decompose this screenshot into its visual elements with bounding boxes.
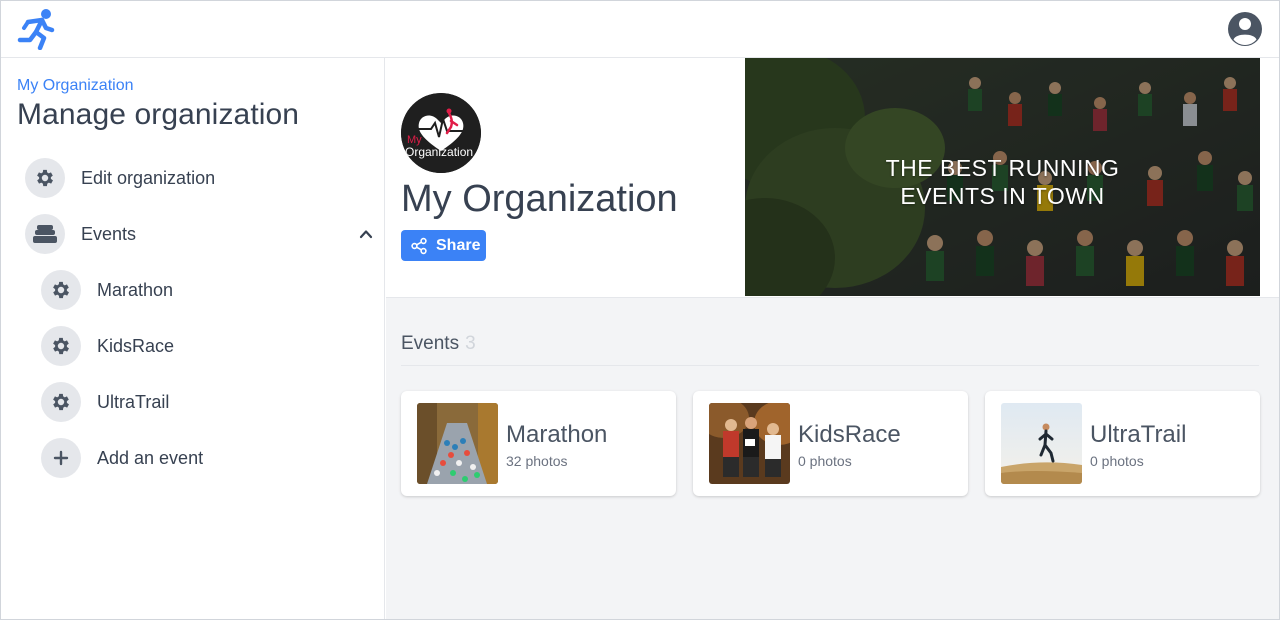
organization-logo: My Organization (401, 93, 481, 173)
share-label: Share (436, 236, 481, 254)
gear-icon (41, 326, 81, 366)
breadcrumb-organization[interactable]: My Organization (17, 77, 134, 95)
gear-icon (41, 270, 81, 310)
add-event-button[interactable]: Add an event (41, 438, 381, 478)
sidebar: My Organization Manage organization Edit… (1, 58, 385, 619)
organization-name: My Organization (401, 178, 678, 220)
sidebar-item-edit-organization[interactable]: Edit organization (25, 158, 365, 198)
sidebar-item-events[interactable]: Events (25, 214, 373, 254)
sidebar-item-label: Events (81, 223, 137, 244)
user-circle-icon[interactable] (1227, 11, 1263, 47)
layers-icon (25, 214, 65, 254)
page-title: Manage organization (17, 98, 300, 131)
share-button[interactable]: Share (401, 230, 486, 261)
cover-banner: THE BEST RUNNING EVENTS IN TOWN (745, 58, 1260, 296)
sidebar-item-kidsrace[interactable]: KidsRace (41, 326, 381, 366)
running-man-icon[interactable] (16, 8, 56, 50)
events-section-heading: Events 3 (401, 333, 476, 355)
divider (401, 365, 1259, 366)
event-name: KidsRace (798, 421, 901, 448)
logo-text-organization: Organization (405, 145, 473, 159)
share-icon (411, 237, 427, 254)
events-count: 3 (465, 333, 476, 354)
event-photo-count: 0 photos (1090, 453, 1144, 469)
sidebar-item-label: Marathon (97, 279, 174, 300)
chevron-up-icon[interactable] (359, 227, 373, 241)
sidebar-item-label: Add an event (97, 447, 204, 468)
app-window: My Organization Manage organization Edit… (0, 0, 1280, 620)
banner-line-2: EVENTS IN TOWN (900, 183, 1105, 209)
event-thumbnail (709, 403, 790, 484)
event-name: Marathon (506, 421, 608, 448)
event-card-marathon[interactable]: Marathon 32 photos (401, 391, 676, 496)
gear-icon (25, 158, 65, 198)
sidebar-item-label: KidsRace (97, 335, 175, 356)
banner-line-1: THE BEST RUNNING (885, 155, 1120, 181)
event-thumbnail (1001, 403, 1082, 484)
sidebar-item-marathon[interactable]: Marathon (41, 270, 381, 310)
sidebar-item-ultratrail[interactable]: UltraTrail (41, 382, 381, 422)
sidebar-item-label: UltraTrail (97, 391, 170, 412)
event-name: UltraTrail (1090, 421, 1187, 448)
organization-header: My Organization My Organization Share TH… (386, 58, 1279, 298)
main-content: My Organization My Organization Share TH… (386, 58, 1279, 619)
plus-icon (41, 438, 81, 478)
banner-tagline: THE BEST RUNNING EVENTS IN TOWN (745, 154, 1260, 210)
event-card-kidsrace[interactable]: KidsRace 0 photos (693, 391, 968, 496)
gear-icon (41, 382, 81, 422)
sidebar-item-label: Edit organization (81, 167, 216, 188)
event-card-ultratrail[interactable]: UltraTrail 0 photos (985, 391, 1260, 496)
events-heading-label: Events (401, 333, 460, 354)
event-thumbnail (417, 403, 498, 484)
event-photo-count: 32 photos (506, 453, 568, 469)
event-photo-count: 0 photos (798, 453, 852, 469)
top-bar (1, 1, 1279, 58)
